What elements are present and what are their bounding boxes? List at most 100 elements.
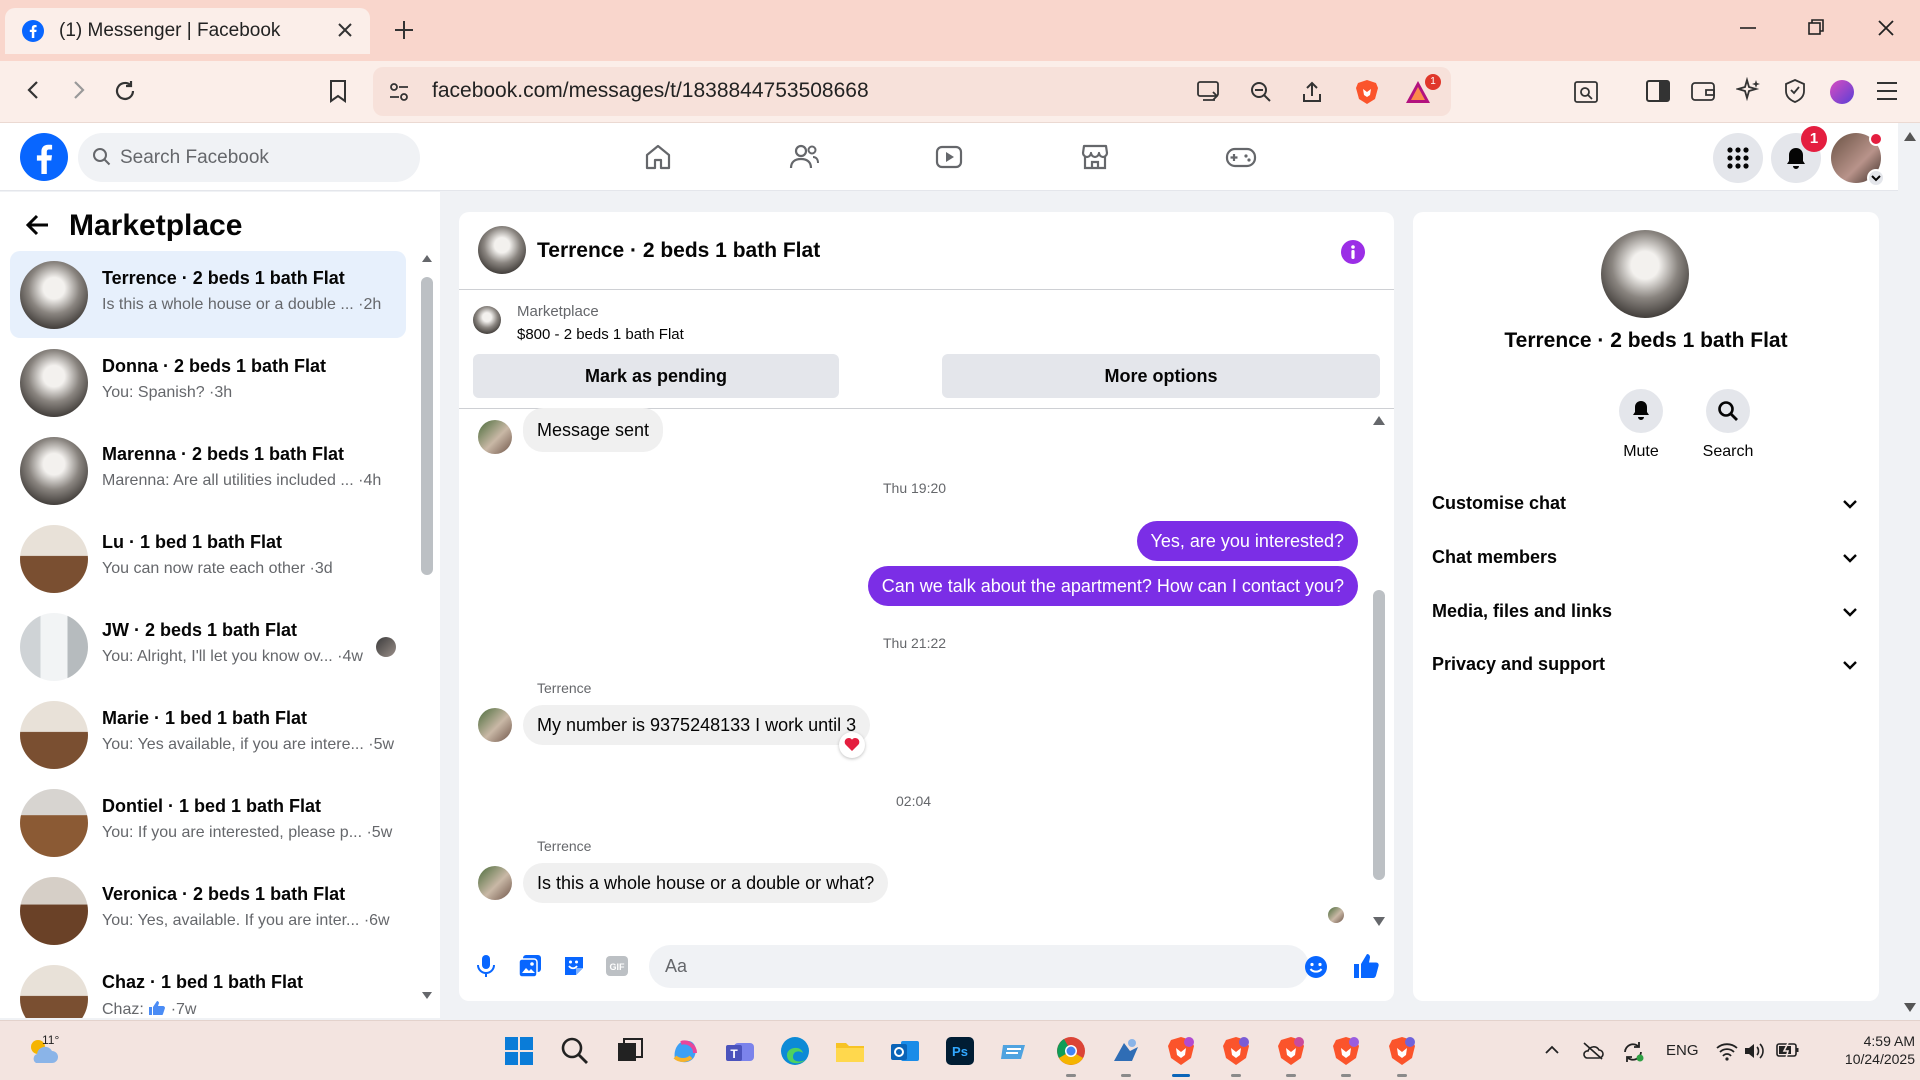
chat-scrollbar[interactable] [1371,410,1387,930]
address-bar[interactable]: facebook.com/messages/t/1838844753508668… [373,67,1451,116]
scroll-up-icon[interactable] [1372,414,1386,426]
conversation-item-lu[interactable]: Lu · 1 bed 1 bath Flat You can now rate … [10,515,406,602]
conversation-item-veronica[interactable]: Veronica · 2 beds 1 bath Flat You: Yes, … [10,867,406,954]
weather-widget[interactable]: 11° [26,1033,60,1067]
conversation-item-marie[interactable]: Marie · 1 bed 1 bath Flat You: Yes avail… [10,691,406,778]
marketplace-icon[interactable] [1080,142,1110,172]
app-icon[interactable] [999,1035,1031,1067]
search-icon[interactable] [559,1035,591,1067]
scroll-up-icon[interactable] [421,252,433,264]
facebook-logo-icon[interactable] [20,133,68,181]
sidebar-toggle-icon[interactable] [1645,79,1671,103]
new-tab-icon[interactable] [392,18,416,42]
brave-shields-icon[interactable] [1354,78,1380,106]
vpn-icon[interactable] [1783,78,1807,104]
chat-members-section[interactable]: Chat members [1423,534,1869,584]
cloud-offline-icon[interactable] [1581,1041,1605,1061]
battery-charging-icon[interactable] [1776,1041,1800,1059]
brave-browser-icon[interactable] [1165,1035,1197,1067]
message-input[interactable] [649,945,1309,988]
chrome-icon[interactable] [1055,1035,1087,1067]
page-scroll-up-icon[interactable] [1903,130,1917,142]
forward-icon[interactable] [66,78,90,102]
video-icon[interactable] [934,142,964,172]
listing-thumbnail[interactable] [473,306,501,334]
site-settings-icon[interactable] [388,81,410,103]
menu-button[interactable] [1713,133,1763,183]
friends-icon[interactable] [788,142,820,172]
microphone-icon[interactable] [476,954,496,978]
close-tab-icon[interactable] [336,21,354,39]
search-facebook-input[interactable] [120,133,410,182]
more-options-button[interactable]: More options [942,354,1380,398]
info-icon[interactable] [1340,239,1366,265]
teams-icon[interactable]: T [724,1035,756,1067]
windows-start-icon[interactable] [503,1035,535,1067]
customise-chat-section[interactable]: Customise chat [1423,480,1869,530]
message-bubble-incoming[interactable]: Is this a whole house or a double or wha… [523,863,889,903]
facebook-search[interactable] [78,133,420,182]
brave-browser-icon[interactable] [1275,1035,1307,1067]
conversation-item-donna[interactable]: Donna · 2 beds 1 bath Flat You: Spanish?… [10,339,406,426]
message-bubble-outgoing[interactable]: Yes, are you interested? [1136,521,1358,561]
sticker-icon[interactable] [562,954,586,978]
wallet-icon[interactable] [1690,79,1716,103]
emoji-icon[interactable] [1304,955,1328,979]
cast-icon[interactable] [1196,80,1222,102]
heart-reaction[interactable] [839,732,865,758]
copilot-icon[interactable] [669,1035,701,1067]
outlook-icon[interactable] [889,1035,921,1067]
scroll-down-icon[interactable] [421,990,433,1002]
back-icon[interactable] [22,78,46,102]
browser-tab-messenger[interactable]: (1) Messenger | Facebook [5,8,370,54]
conversation-list-scrollbar[interactable] [421,252,433,1002]
input-language[interactable]: ENG [1666,1042,1699,1059]
menu-icon[interactable] [1875,80,1899,102]
reader-mode-icon[interactable] [1573,80,1599,104]
share-icon[interactable] [1300,80,1324,104]
minimize-window-icon[interactable] [1738,18,1758,38]
conversation-item-jw[interactable]: JW · 2 beds 1 bath Flat You: Alright, I'… [10,603,406,690]
bookmark-icon[interactable] [326,78,350,104]
gaming-icon[interactable] [1225,142,1257,172]
mute-button[interactable]: Mute [1601,389,1681,461]
scroll-down-icon[interactable] [1372,916,1386,928]
privacy-support-section[interactable]: Privacy and support [1423,641,1869,691]
avatar[interactable] [478,226,526,274]
media-files-links-section[interactable]: Media, files and links [1423,588,1869,638]
photoshop-icon[interactable]: Ps [944,1035,976,1067]
sync-icon[interactable] [1621,1041,1645,1063]
attach-photo-icon[interactable] [518,954,542,978]
chat-title[interactable]: Terrence · 2 beds 1 bath Flat [537,239,820,263]
search-in-conversation-button[interactable]: Search [1688,389,1768,461]
scrollbar-thumb[interactable] [1373,590,1385,880]
brave-browser-icon[interactable] [1386,1035,1418,1067]
message-bubble-incoming[interactable]: Message sent [523,408,664,452]
conversation-item-marenna[interactable]: Marenna · 2 beds 1 bath Flat Marenna: Ar… [10,427,406,514]
thumbs-up-icon[interactable] [1352,952,1380,980]
conversation-item-chaz[interactable]: Chaz · 1 bed 1 bath Flat Chaz: ·7w [10,955,406,1018]
app-icon[interactable] [1110,1035,1142,1067]
message-bubble-incoming[interactable]: My number is 9375248133 I work until 3 [523,705,871,745]
conversation-item-terrence[interactable]: Terrence · 2 beds 1 bath Flat Is this a … [10,251,406,338]
leo-ai-icon[interactable] [1736,77,1762,103]
task-view-icon[interactable] [614,1035,646,1067]
mark-as-pending-button[interactable]: Mark as pending [473,354,839,398]
zoom-out-icon[interactable] [1249,80,1273,104]
file-explorer-icon[interactable] [834,1035,866,1067]
edge-icon[interactable] [779,1035,811,1067]
brave-browser-icon[interactable] [1330,1035,1362,1067]
avatar[interactable] [1601,230,1689,318]
home-icon[interactable] [643,142,673,172]
message-bubble-outgoing[interactable]: Can we talk about the apartment? How can… [867,566,1358,606]
profile-icon[interactable] [1829,79,1855,105]
listing-price[interactable]: $800 - 2 beds 1 bath Flat [517,326,684,343]
close-window-icon[interactable] [1876,18,1896,38]
system-clock[interactable]: 4:59 AM 10/24/2025 [1815,1032,1915,1068]
conversation-item-dontiel[interactable]: Dontiel · 1 bed 1 bath Flat You: If you … [10,779,406,866]
gif-icon[interactable]: GIF [605,954,629,978]
brave-browser-icon[interactable] [1220,1035,1252,1067]
scrollbar-thumb[interactable] [421,277,433,575]
reload-icon[interactable] [112,78,138,104]
wifi-icon[interactable] [1716,1041,1738,1061]
